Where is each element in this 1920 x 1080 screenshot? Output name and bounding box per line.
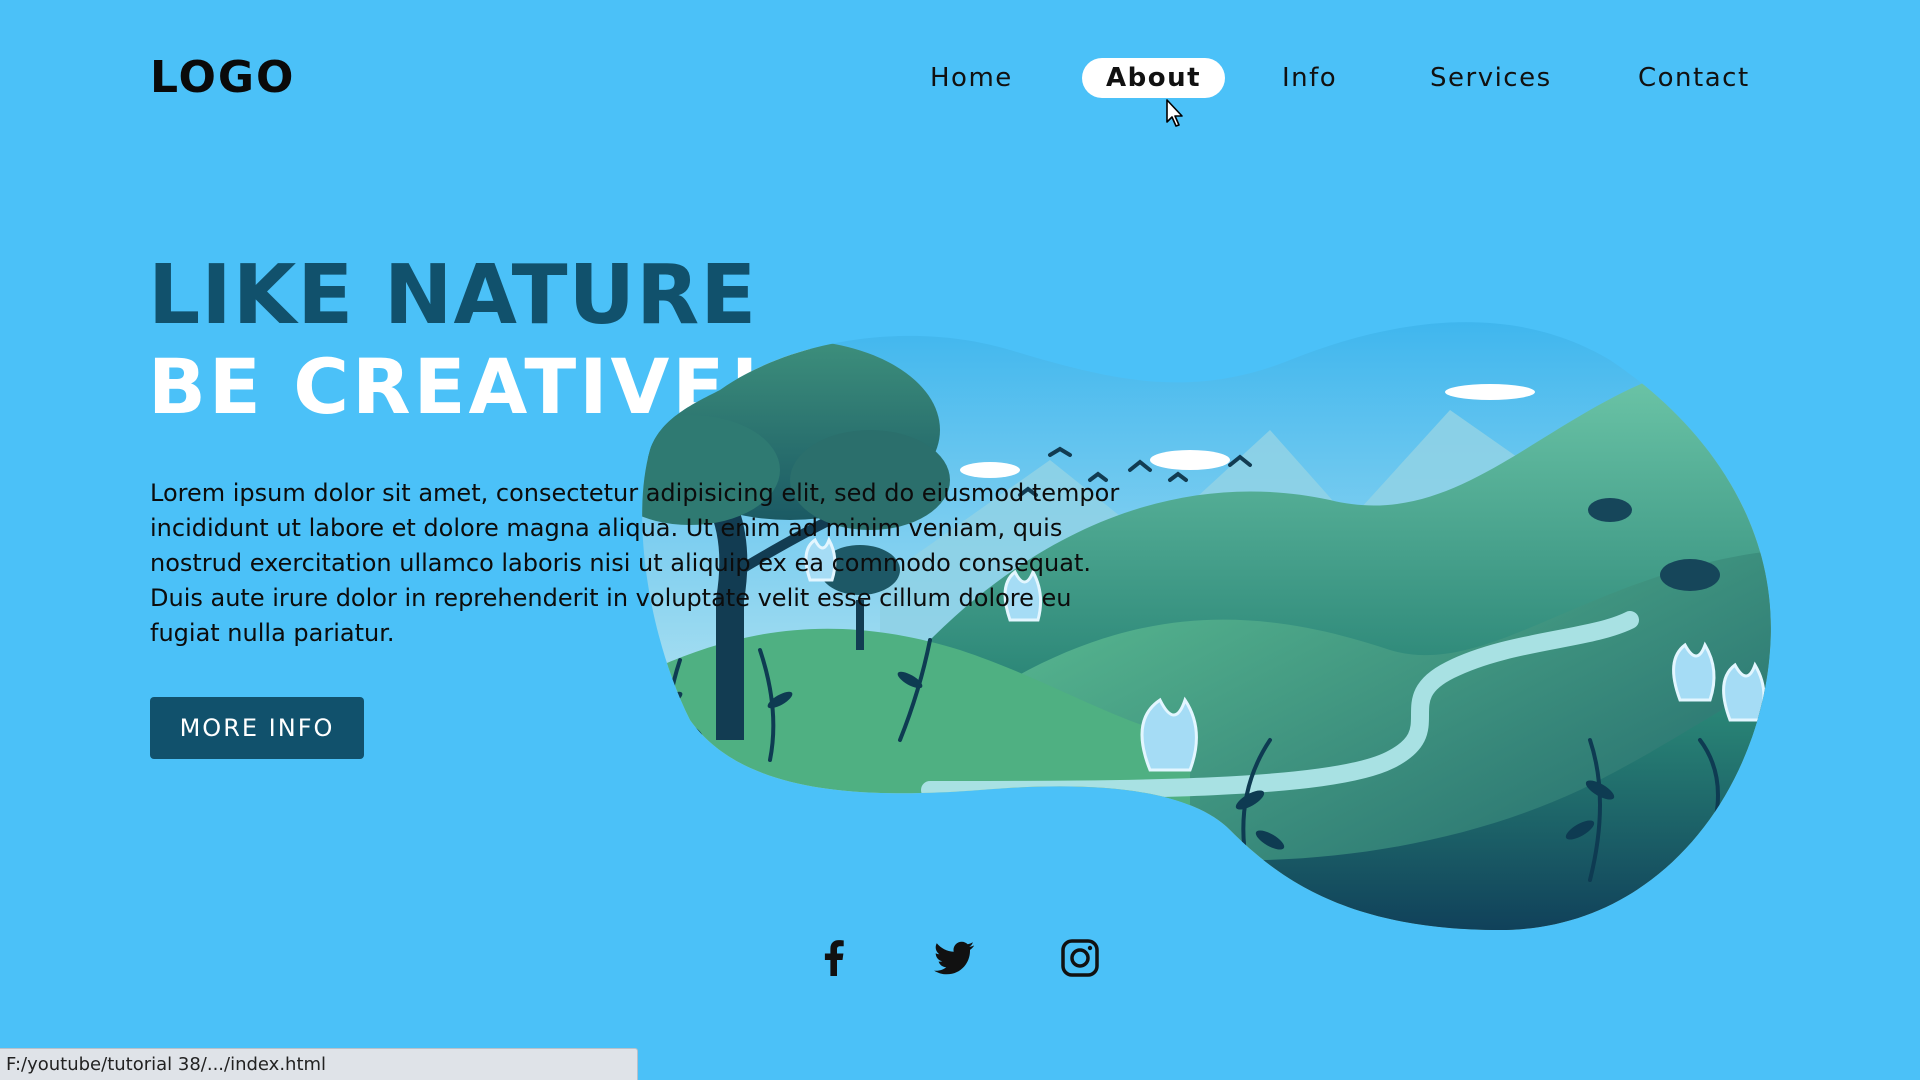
facebook-icon	[824, 940, 844, 976]
nav-about[interactable]: About	[1082, 58, 1226, 98]
browser-status-bar: F:/youtube/tutorial 38/.../index.html	[0, 1048, 638, 1080]
instagram-icon	[1061, 939, 1099, 977]
nav-info[interactable]: Info	[1258, 58, 1361, 98]
more-info-button[interactable]: MORE INFO	[150, 697, 364, 759]
nav-home[interactable]: Home	[906, 58, 1037, 98]
facebook-link[interactable]	[810, 934, 858, 982]
nav-contact[interactable]: Contact	[1614, 58, 1774, 98]
hero-description: Lorem ipsum dolor sit amet, consectetur …	[150, 479, 1120, 647]
mouse-cursor-icon	[1166, 99, 1183, 127]
main-nav: Home About Info Services Contact	[0, 58, 1920, 102]
twitter-link[interactable]	[930, 934, 978, 982]
nav-services[interactable]: Services	[1406, 58, 1576, 98]
instagram-link[interactable]	[1056, 934, 1104, 982]
twitter-icon	[934, 941, 975, 975]
